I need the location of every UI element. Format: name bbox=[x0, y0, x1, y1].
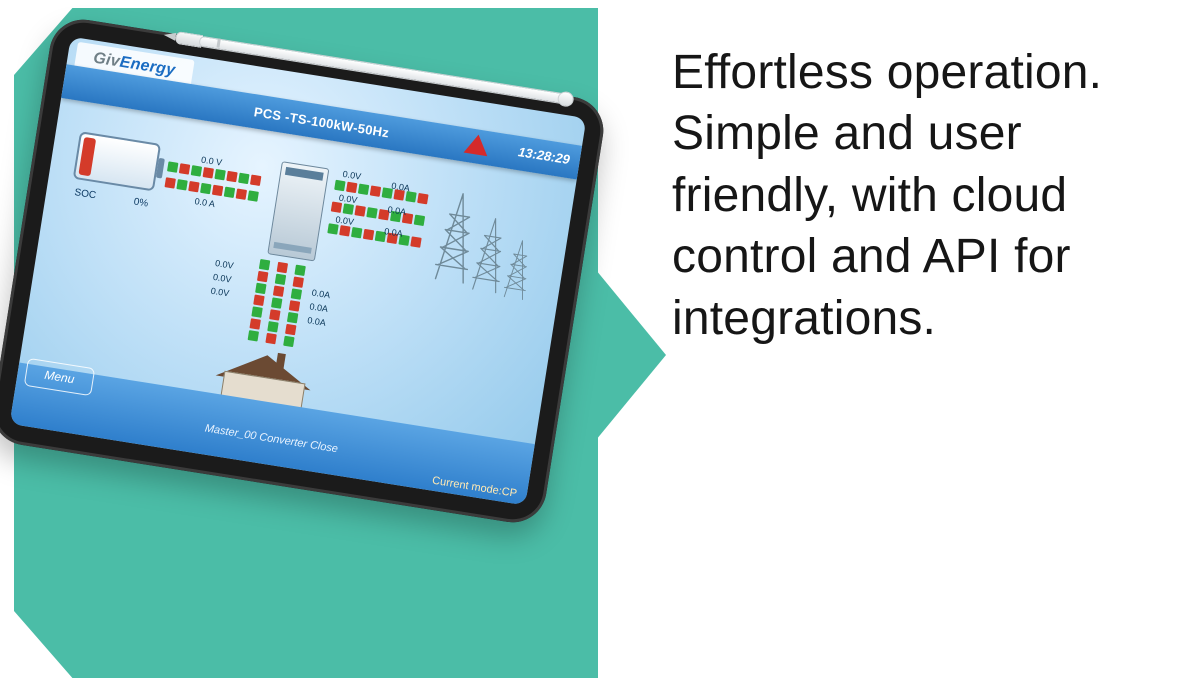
reading-grid-v1: 0.0V bbox=[342, 169, 362, 182]
battery-icon bbox=[73, 131, 161, 191]
soc-percent: 0% bbox=[133, 197, 149, 210]
alert-triangle-icon[interactable] bbox=[464, 133, 491, 157]
reading-load-v1: 0.0V bbox=[214, 258, 234, 271]
tablet-bezel: GivEnergy PCS -TS-100kW-50Hz 13:28:29 SO… bbox=[0, 15, 608, 527]
reading-load-a2: 0.0A bbox=[309, 301, 329, 314]
reading-batt-a: 0.0 A bbox=[194, 196, 216, 209]
menu-button-label: Menu bbox=[44, 368, 76, 387]
reading-load-v3: 0.0V bbox=[210, 286, 230, 299]
reading-load-v2: 0.0V bbox=[212, 272, 232, 285]
flow-load-3 bbox=[283, 265, 306, 348]
tablet-device: GivEnergy PCS -TS-100kW-50Hz 13:28:29 SO… bbox=[0, 15, 608, 527]
screen-title: PCS -TS-100kW-50Hz bbox=[253, 104, 390, 140]
reading-batt-v: 0.0 V bbox=[200, 155, 222, 168]
reading-load-a1: 0.0A bbox=[311, 287, 331, 300]
marketing-copy: Effortless operation. Simple and user fr… bbox=[672, 42, 1162, 349]
pcs-cabinet-icon bbox=[267, 161, 329, 261]
reading-load-a3: 0.0A bbox=[307, 315, 327, 328]
tablet-screen[interactable]: GivEnergy PCS -TS-100kW-50Hz 13:28:29 SO… bbox=[10, 37, 587, 506]
soc-label: SOC bbox=[74, 187, 97, 201]
flow-grid-3 bbox=[327, 223, 421, 248]
feature-panel-arrow bbox=[596, 270, 666, 440]
